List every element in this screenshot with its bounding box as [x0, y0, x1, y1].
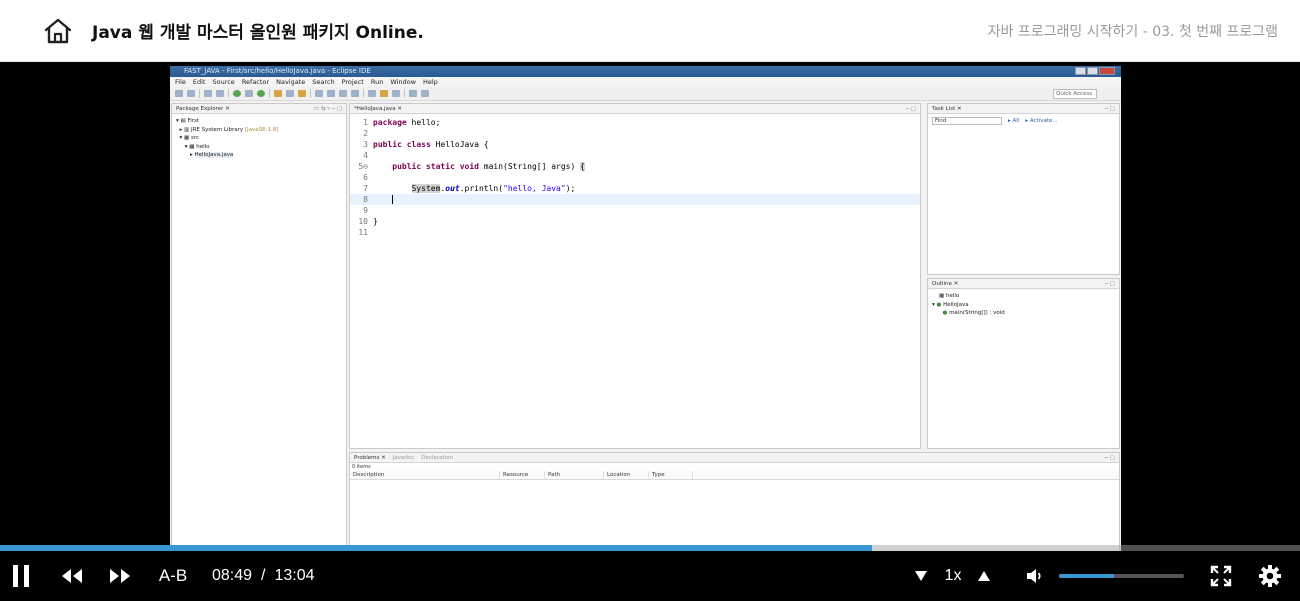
triangle-down-icon: [915, 571, 927, 581]
lesson-title: 자바 프로그래밍 시작하기 - 03. 첫 번째 프로그램: [987, 24, 1278, 40]
video-frame-eclipse: FAST_JAVA - First/src/hello/HelloJava.ja…: [170, 66, 1121, 601]
time-separator: /: [261, 567, 266, 584]
code-line: 9: [363, 206, 368, 215]
fullscreen-icon: [1210, 565, 1232, 587]
tree-item-jre: ▸ ▥ JRE System Library [JavaSE-1.8]: [176, 126, 279, 133]
fast-forward-button[interactable]: [106, 564, 134, 588]
code-line: 10}: [358, 217, 378, 226]
tree-item-src: ▾ ▦ src: [176, 135, 199, 142]
problems-summary: 0 items: [352, 464, 371, 470]
code-line: 7 System.out.println("hello, Java");: [363, 184, 576, 193]
outline-item-class: ▾ ● HelloJava: [932, 301, 969, 308]
ab-repeat-button[interactable]: A-B: [154, 565, 192, 587]
home-icon: [44, 18, 72, 43]
pause-icon: [13, 565, 29, 587]
rewind-button[interactable]: [58, 564, 86, 588]
menu-navigate: Navigate: [276, 78, 306, 86]
problems-table-header: Description Resource Path Location Type: [350, 471, 1119, 480]
package-explorer-tab: Package Explorer ✕ ▭ ⇆ ▿ ─ ▢: [172, 104, 346, 114]
outline-item-package: ▦ hello: [932, 293, 960, 299]
outline-pane: Outline ✕ ─ ▢ ▦ hello ▾ ● HelloJava ● ma…: [927, 278, 1120, 449]
menu-help: Help: [422, 78, 438, 86]
eclipse-window-title: FAST_JAVA - First/src/hello/HelloJava.ja…: [184, 67, 371, 75]
tree-item-file: ▸ HelloJava.java: [176, 152, 234, 159]
eclipse-window-buttons: [1075, 67, 1115, 75]
code-line: 3 public class HelloJava {: [363, 140, 489, 149]
editor-tab: *HelloJava.java ✕ ─ ▢: [350, 104, 920, 114]
menu-search: Search: [312, 78, 335, 86]
settings-button[interactable]: [1257, 564, 1283, 588]
menu-edit: Edit: [192, 78, 206, 86]
task-all: All: [1012, 118, 1020, 124]
problems-tabs: Problems ✕ Javadoc Declaration ─ ▢: [350, 453, 1119, 463]
gear-icon: [1259, 565, 1281, 587]
code-line: 5⊖ public static void main(String[] args…: [358, 162, 585, 171]
pause-button[interactable]: [8, 561, 34, 591]
eclipse-toolbar: Quick Access: [170, 87, 1121, 101]
code-line-current: 8: [350, 194, 920, 205]
speed-value: 1x: [944, 567, 962, 584]
menu-project: Project: [341, 78, 364, 86]
eclipse-menu-bar: File Edit Source Refactor Navigate Searc…: [170, 77, 1121, 87]
fast-forward-icon: [110, 569, 130, 583]
task-list-tab: Task List ✕ ─ ▢: [928, 104, 1119, 114]
video-player-page: Java 웹 개발 마스터 올인원 패키지 Online. 자바 프로그래밍 시…: [0, 0, 1300, 601]
rewind-icon: [62, 569, 82, 583]
menu-source: Source: [212, 78, 235, 86]
editor-pane: *HelloJava.java ✕ ─ ▢ 1 package hello; 2 …: [349, 103, 921, 449]
task-list-pane: Task List ✕ ─ ▢ Find ▸ All ▸ Activate...: [927, 103, 1120, 275]
task-find-field: Find: [932, 117, 1002, 125]
tree-item-project: ▾ ▤ First: [176, 118, 200, 124]
code-line: 4: [363, 151, 368, 160]
code-line: 11: [358, 228, 368, 237]
speed-up-button[interactable]: [974, 566, 994, 586]
triangle-up-icon: [978, 571, 990, 581]
top-header: Java 웹 개발 마스터 올인원 패키지 Online. 자바 프로그래밍 시…: [0, 0, 1300, 62]
code-editor: 1 package hello; 2 3 public class HelloJav…: [350, 114, 920, 238]
outline-tab: Outline ✕ ─ ▢: [928, 279, 1119, 289]
time-display: 08:49 / 13:04: [212, 565, 315, 587]
fullscreen-button[interactable]: [1208, 564, 1234, 588]
code-line: 1 package hello;: [363, 118, 441, 127]
video-area[interactable]: FAST_JAVA - First/src/hello/HelloJava.ja…: [0, 63, 1300, 601]
course-title: Java 웹 개발 마스터 올인원 패키지 Online.: [92, 23, 424, 43]
speaker-icon: [1027, 569, 1041, 583]
tree-item-package: ▾ ▦ hello: [176, 143, 210, 150]
menu-window: Window: [390, 78, 416, 86]
volume-button[interactable]: [1022, 565, 1046, 587]
total-time: 13:04: [274, 567, 315, 584]
volume-slider[interactable]: [1059, 574, 1184, 578]
code-line: 6: [363, 173, 368, 182]
menu-file: File: [175, 78, 186, 86]
task-activate: Activate...: [1029, 118, 1058, 124]
quick-access-field: Quick Access: [1053, 89, 1097, 99]
package-explorer-pane: Package Explorer ✕ ▭ ⇆ ▿ ─ ▢ ▾ ▤ First ▸…: [171, 103, 347, 601]
package-tree: ▾ ▤ First ▸ ▥ JRE System Library [JavaSE…: [172, 114, 346, 160]
outline-item-method: ● main(String[]) : void: [942, 310, 1005, 317]
menu-run: Run: [370, 78, 384, 86]
menu-refactor: Refactor: [241, 78, 270, 86]
volume-fill: [1059, 574, 1114, 578]
eclipse-title-bar: FAST_JAVA - First/src/hello/HelloJava.ja…: [170, 66, 1121, 77]
player-controls: A-B 08:49 / 13:04 1x: [0, 551, 1300, 601]
speed-down-button[interactable]: [911, 566, 931, 586]
current-time: 08:49: [212, 567, 253, 584]
outline-tree: ▦ hello ▾ ● HelloJava ● main(String[]) :…: [928, 289, 1119, 318]
code-line: 2: [363, 129, 368, 138]
home-button[interactable]: [38, 11, 78, 51]
